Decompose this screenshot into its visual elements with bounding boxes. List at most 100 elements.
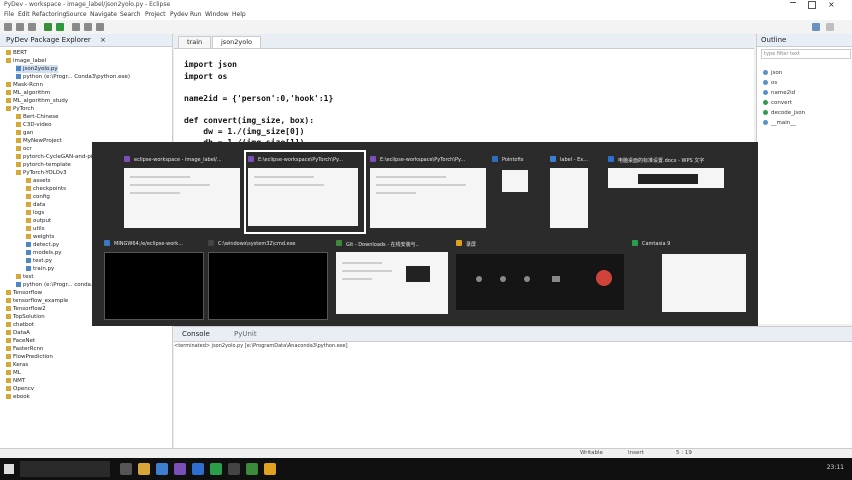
outline-item[interactable]: json [763,70,782,76]
outline-item[interactable]: name2id [763,90,795,96]
tree-item[interactable]: ML [6,369,21,377]
window-thumbnail[interactable] [662,254,746,312]
tree-item[interactable]: detect.py [26,241,59,249]
window-thumbnail[interactable] [104,252,204,320]
tree-item[interactable]: DataA [6,329,30,337]
tree-item[interactable]: Mask-Rcnn [6,81,43,89]
tab-console[interactable]: Console [182,330,210,338]
tree-item[interactable]: gan [16,129,33,137]
tree-item[interactable]: weights [26,233,54,241]
outline-item[interactable]: __main__ [763,120,796,126]
tree-item[interactable]: python (e:\Progr... conda...) [16,281,98,289]
tree-item[interactable]: Tensorflow [6,289,42,297]
window-thumbnail[interactable] [550,168,588,228]
tree-item[interactable]: train.py [26,265,54,273]
tree-item[interactable]: pytorch-template [16,161,71,169]
tree-item[interactable]: C3D-video [16,121,51,129]
menu-run[interactable]: Run [190,11,202,18]
tree-item[interactable]: BERT [6,49,27,57]
git-icon[interactable] [246,463,258,475]
camtasia-icon[interactable] [210,463,222,475]
browser-icon[interactable] [156,463,168,475]
tree-item[interactable]: Tensorflow2 [6,305,46,313]
outline-item[interactable]: convert [763,100,792,106]
window-thumbnail[interactable] [608,168,724,188]
tree-item[interactable]: FasterRcnn [6,345,44,353]
debug-icon[interactable] [44,23,52,31]
tree-item[interactable]: image_label [6,57,46,65]
tree-item[interactable]: Bert-Chinese [16,113,59,121]
minimize-icon[interactable] [790,2,796,3]
windows-start-icon[interactable] [4,464,14,474]
outline-item[interactable]: decode_json [763,110,805,116]
file-explorer-icon[interactable] [138,463,150,475]
tree-item[interactable]: FlowPrediction [6,353,53,361]
tree-item[interactable]: python (e:\Progr... Conda3\python.exe) [16,73,130,81]
eclipse-icon[interactable] [174,463,186,475]
pydev-perspective-icon[interactable] [826,23,834,31]
print-icon[interactable] [28,23,36,31]
tree-item[interactable]: ebook [6,393,30,401]
tree-item[interactable]: checkpoints [26,185,66,193]
tree-item[interactable]: PyTorch-YOLOv3 [16,169,67,177]
menu-project[interactable]: Project [145,11,166,18]
menu-window[interactable]: Window [205,11,229,18]
forward-icon[interactable] [96,23,104,31]
menu-file[interactable]: File [4,11,14,18]
tree-item[interactable]: ML_algorithm_study [6,97,68,105]
menu-source[interactable]: Source [66,11,87,18]
window-thumbnail[interactable] [208,252,328,320]
tree-item[interactable]: ML_algorithm [6,89,50,97]
tree-item[interactable]: ocr [16,145,32,153]
task-view-icon[interactable] [120,463,132,475]
window-thumbnail[interactable] [336,252,448,314]
close-icon[interactable]: × [828,0,835,9]
menu-edit[interactable]: Edit [18,11,30,18]
tab-train[interactable]: train [178,36,212,48]
tree-item[interactable]: MyNewProject [16,137,62,145]
taskbar-search[interactable] [20,461,110,477]
window-thumbnail[interactable] [370,168,486,228]
outline-filter-input[interactable]: type filter text [761,49,851,59]
tree-item[interactable]: tensorflow_example [6,297,68,305]
perspective-icon[interactable] [812,23,820,31]
menu-help[interactable]: Help [232,11,246,18]
outline-item[interactable]: os [763,80,777,86]
window-thumbnail[interactable] [248,168,358,226]
wps-icon[interactable] [192,463,204,475]
tree-item[interactable]: config [26,193,50,201]
window-thumbnail[interactable] [456,254,624,310]
tree-item[interactable]: utils [26,225,45,233]
cmd-icon[interactable] [228,463,240,475]
tree-item[interactable]: output [26,217,51,225]
menu-search[interactable]: Search [120,11,141,18]
save-icon[interactable] [16,23,24,31]
tab-pyunit[interactable]: PyUnit [234,330,257,338]
tree-item[interactable]: logs [26,209,44,217]
tree-item[interactable]: Opencv [6,385,34,393]
search-icon[interactable] [72,23,80,31]
run-icon[interactable] [56,23,64,31]
maximize-icon[interactable] [808,1,816,9]
tree-item[interactable]: NMT [6,377,25,385]
tree-item[interactable]: models.py [26,249,62,257]
tab-json2yolo[interactable]: json2yolo [212,36,262,48]
menu-refactoring[interactable]: Refactoring [32,11,66,18]
menu-navigate[interactable]: Navigate [90,11,117,18]
tree-item-selected[interactable]: json2yolo.py [16,65,58,73]
tree-item[interactable]: assets [26,177,51,185]
tree-item[interactable]: PyTorch [6,105,34,113]
tree-item[interactable]: TopSolution [6,313,45,321]
tree-item[interactable]: data [26,201,45,209]
tree-item[interactable]: FaceNet [6,337,35,345]
tree-item[interactable]: test.py [26,257,52,265]
tree-item[interactable]: test [16,273,34,281]
recorder-icon[interactable] [264,463,276,475]
tree-item[interactable]: chatbot [6,321,34,329]
tree-item[interactable]: Keras [6,361,28,369]
window-thumbnail[interactable] [502,170,528,192]
new-icon[interactable] [4,23,12,31]
back-icon[interactable] [84,23,92,31]
window-thumbnail[interactable] [124,168,240,228]
close-icon[interactable]: × [100,36,106,44]
